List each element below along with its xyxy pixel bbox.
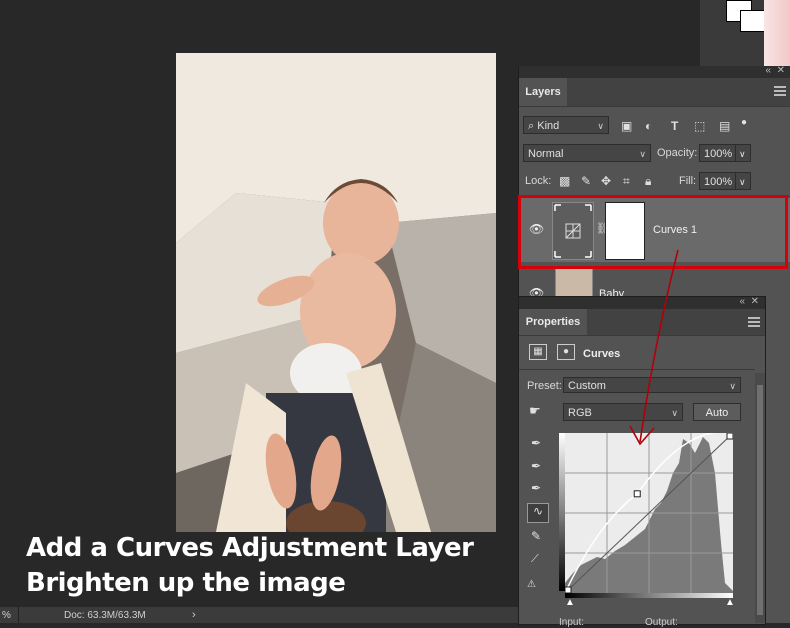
clipping-warning-icon[interactable]: ⚠︎ bbox=[527, 578, 536, 592]
lock-artboard-icon[interactable]: ⌗ bbox=[623, 174, 630, 188]
properties-panel: « ✕ Properties ▦ ● Curves Preset: Custom… bbox=[518, 296, 766, 628]
sample-highlight-eyedropper-icon[interactable]: ✒︎ bbox=[531, 481, 541, 495]
document-image[interactable] bbox=[176, 53, 496, 532]
curves-graph[interactable] bbox=[564, 431, 734, 594]
sample-midtone-eyedropper-icon[interactable]: ✒︎ bbox=[531, 459, 541, 473]
curve-control-point[interactable] bbox=[726, 432, 734, 440]
tab-layers[interactable]: Layers bbox=[519, 78, 567, 106]
background-color-swatch[interactable] bbox=[740, 10, 766, 32]
layer-row-baby[interactable]: 👁︎ Baby bbox=[519, 264, 790, 300]
shape-filter-icon[interactable]: ⬚ bbox=[694, 119, 705, 133]
panel-header: « ✕ bbox=[519, 65, 790, 78]
panel-menu-icon[interactable] bbox=[774, 86, 786, 98]
layers-tab-bar: Layers bbox=[519, 78, 790, 107]
curve-control-point[interactable] bbox=[633, 490, 641, 498]
divider bbox=[519, 369, 755, 370]
tab-properties[interactable]: Properties bbox=[519, 309, 587, 335]
curves-adjustment-icon: ▦ bbox=[529, 344, 547, 360]
divider bbox=[18, 607, 19, 623]
black-point-slider-icon[interactable]: ▲ bbox=[565, 597, 575, 608]
chevron-down-icon: ∨ bbox=[739, 149, 746, 159]
smart-object-filter-icon[interactable]: ▤ bbox=[719, 119, 730, 133]
close-icon[interactable]: ✕ bbox=[777, 65, 785, 76]
input-gradient-bar bbox=[565, 593, 733, 598]
properties-title: Curves bbox=[583, 348, 621, 360]
type-filter-icon[interactable]: T bbox=[671, 119, 678, 133]
zoom-level[interactable]: % bbox=[2, 610, 11, 621]
fill-value: 100% bbox=[704, 176, 733, 188]
chevron-down-icon: ∨ bbox=[729, 381, 736, 391]
white-point-slider-icon[interactable]: ▲ bbox=[725, 597, 735, 608]
doc-size: Doc: 63.3M/63.3M bbox=[64, 610, 146, 621]
chevron-down-icon: ∨ bbox=[739, 177, 746, 187]
properties-tab-bar: Properties bbox=[519, 309, 765, 336]
highlight-box bbox=[518, 195, 788, 269]
smooth-curve-icon[interactable]: ⟋ bbox=[531, 552, 539, 566]
mask-icon[interactable]: ● bbox=[557, 344, 575, 360]
opacity-label: Opacity: bbox=[657, 147, 698, 159]
targeted-adjustment-hand-icon[interactable]: ☛ bbox=[529, 404, 541, 418]
adjustment-filter-icon[interactable]: ◐ bbox=[645, 119, 652, 133]
status-bar: % Doc: 63.3M/63.3M › bbox=[0, 607, 518, 623]
filter-kind-select[interactable]: ⌕ Kind ∨ bbox=[523, 116, 609, 134]
sample-shadow-eyedropper-icon[interactable]: ✒︎ bbox=[531, 436, 541, 450]
image-filter-icon[interactable]: ▣ bbox=[621, 119, 632, 133]
caption-line-1: Add a Curves Adjustment Layer bbox=[26, 533, 474, 563]
opacity-dropdown[interactable]: ∨ bbox=[735, 144, 751, 162]
chevron-down-icon: ∨ bbox=[671, 408, 678, 418]
color-picker-strip[interactable] bbox=[764, 0, 790, 70]
panel-header: « ✕ bbox=[519, 296, 765, 309]
fill-label: Fill: bbox=[679, 175, 697, 187]
pencil-draw-icon[interactable]: ✎ bbox=[531, 529, 541, 543]
curves-graph-svg bbox=[564, 431, 734, 594]
chevron-down-icon: ∨ bbox=[597, 121, 604, 131]
close-icon[interactable]: ✕ bbox=[751, 296, 759, 307]
preset-select[interactable]: Custom ∨ bbox=[563, 377, 741, 393]
channel-select[interactable]: RGB ∨ bbox=[563, 403, 683, 421]
lock-position-icon[interactable]: ✥ bbox=[601, 174, 611, 188]
lock-image-icon[interactable]: ✎ bbox=[581, 174, 591, 188]
opacity-value: 100% bbox=[704, 148, 733, 160]
properties-scrollbar[interactable] bbox=[755, 373, 765, 623]
search-icon: ⌕ bbox=[528, 120, 535, 132]
chevron-right-icon[interactable]: › bbox=[192, 609, 196, 621]
curve-point-tool-icon[interactable]: ∿ bbox=[527, 503, 549, 523]
lock-all-icon[interactable]: 🔒︎ bbox=[645, 174, 651, 188]
channel-value: RGB bbox=[568, 407, 592, 419]
color-swatch-area bbox=[700, 0, 790, 70]
image-layer-thumbnail[interactable] bbox=[555, 266, 593, 298]
collapse-icon[interactable]: « bbox=[765, 65, 771, 76]
blend-mode-value: Normal bbox=[528, 148, 564, 160]
chevron-down-icon: ∨ bbox=[639, 149, 646, 159]
fill-dropdown[interactable]: ∨ bbox=[735, 172, 751, 190]
blend-mode-select[interactable]: Normal ∨ bbox=[523, 144, 651, 162]
filter-kind-value: Kind bbox=[537, 120, 560, 132]
lock-label: Lock: bbox=[525, 175, 552, 187]
preset-label: Preset: bbox=[527, 380, 562, 392]
auto-button[interactable]: Auto bbox=[693, 403, 741, 421]
collapse-icon[interactable]: « bbox=[739, 296, 745, 307]
filter-toggle-icon[interactable]: ● bbox=[741, 116, 747, 130]
caption-line-2: Brighten up the image bbox=[26, 568, 346, 598]
baby-photo bbox=[176, 53, 496, 532]
preset-value: Custom bbox=[568, 380, 606, 392]
lock-transparent-icon[interactable]: ▩ bbox=[559, 174, 570, 188]
panel-menu-icon[interactable] bbox=[748, 317, 760, 329]
